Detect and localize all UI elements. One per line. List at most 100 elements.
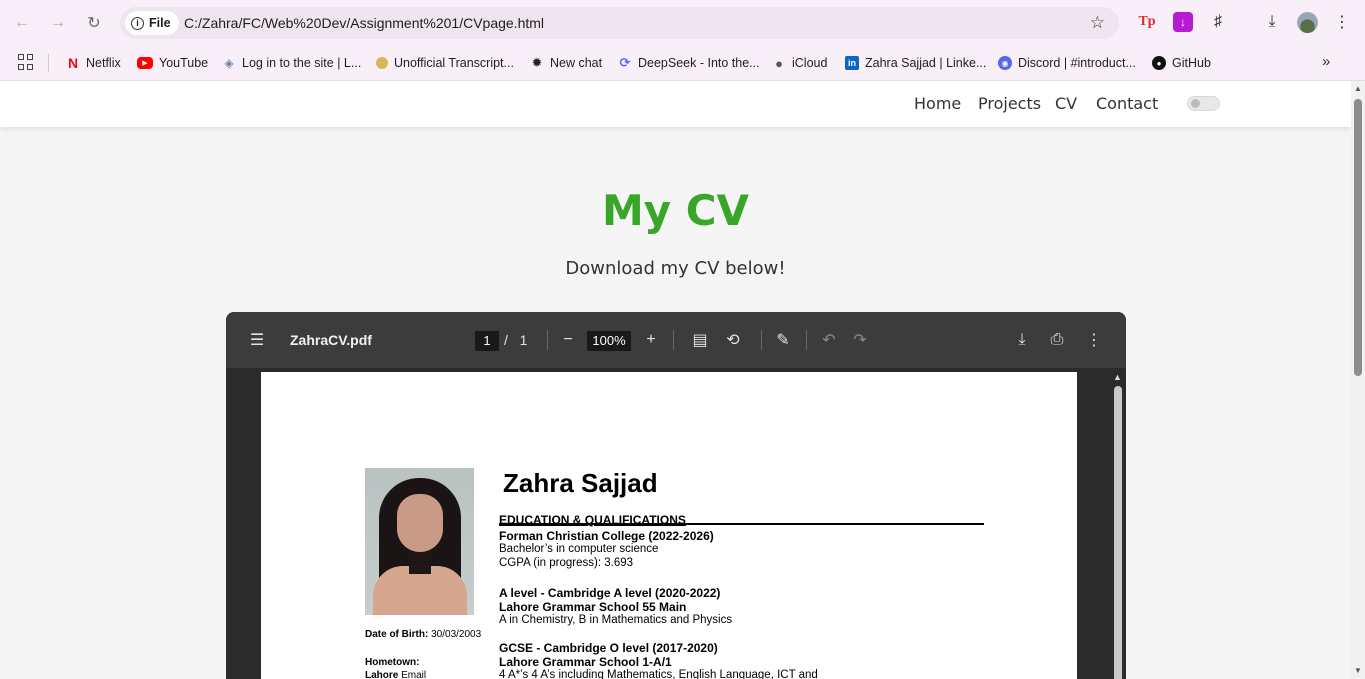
bookmark-star-icon[interactable]: ☆ <box>1090 13 1105 33</box>
youtube-icon: ▶ <box>137 57 153 69</box>
email-label: Email <box>401 670 427 679</box>
bookmark-label: DeepSeek - Into the... <box>638 56 760 70</box>
nav-contact[interactable]: Contact <box>1096 94 1158 113</box>
edu-school: Lahore Grammar School 1-A/1 <box>499 655 672 669</box>
bookmark-transcript[interactable]: Unofficial Transcript... <box>376 53 514 73</box>
scroll-down-arrow-icon[interactable]: ▼ <box>1354 666 1362 675</box>
transcript-icon <box>376 57 388 69</box>
bookmark-label: New chat <box>550 56 603 70</box>
edu-line: 4 A*’s 4 A’s including Mathematics, Engl… <box>499 669 818 679</box>
nav-projects[interactable]: Projects <box>978 94 1041 113</box>
bookmark-label: Log in to the site | L... <box>242 56 362 70</box>
url-text[interactable]: C:/Zahra/FC/Web%20Dev/Assignment%201/CVp… <box>184 15 544 31</box>
bookmark-new-chat[interactable]: ✹ New chat <box>530 53 603 73</box>
zoom-out-icon[interactable]: − <box>557 329 579 351</box>
extensions-puzzle-icon[interactable]: ♯ <box>1208 12 1228 32</box>
edu-title: A level - Cambridge A level (2020-2022) <box>499 586 721 600</box>
site-navbar: Home Projects CV Contact <box>0 81 1351 127</box>
github-icon: ● <box>1152 56 1166 70</box>
hometown: Lahore Email <box>365 670 426 679</box>
dob-value: 30/03/2003 <box>431 629 482 640</box>
page-number-input[interactable]: 1 <box>475 331 499 351</box>
zoom-in-icon[interactable]: + <box>640 329 662 351</box>
redo-icon[interactable]: ↷ <box>849 329 871 351</box>
linkedin-icon: in <box>845 56 859 70</box>
nav-home[interactable]: Home <box>914 94 961 113</box>
toolbar-divider <box>673 330 674 350</box>
edu-line: Bachelor’s in computer science <box>499 543 659 555</box>
bookmark-linkedin[interactable]: in Zahra Sajjad | Linke... <box>845 53 986 73</box>
edu-school: Lahore Grammar School 55 Main <box>499 600 687 614</box>
bookmark-label: Zahra Sajjad | Linke... <box>865 56 987 70</box>
page-subtitle: Download my CV below! <box>565 258 786 279</box>
pdf-toolbar: ☰ ZahraCV.pdf 1 / 1 − 100% + ▤ ⟲ ✎ ↶ ↷ ⤓… <box>226 312 1126 368</box>
page-scrollbar[interactable]: ▲ ▼ <box>1351 81 1365 679</box>
section-rule <box>499 523 984 525</box>
theme-toggle[interactable] <box>1187 96 1220 111</box>
web-page: Home Projects CV Contact My CV Download … <box>0 81 1351 679</box>
toggle-knob <box>1191 99 1200 108</box>
edu-title: GCSE - Cambridge O level (2017-2020) <box>499 641 718 655</box>
bookmark-github[interactable]: ● GitHub <box>1152 53 1211 73</box>
edu-line: CGPA (in progress): 3.693 <box>499 557 634 569</box>
bookmark-label: YouTube <box>159 56 209 70</box>
toolbar-divider <box>806 330 807 350</box>
fit-page-icon[interactable]: ▤ <box>689 329 711 351</box>
edu-title: Forman Christian College (2022-2026) <box>499 529 714 543</box>
bookmarks-divider <box>48 54 49 72</box>
site-info-button[interactable]: i File <box>125 11 179 35</box>
page-scroll-thumb[interactable] <box>1354 99 1362 376</box>
pdf-scrollbar[interactable]: ▲ <box>1112 370 1124 679</box>
profile-avatar[interactable] <box>1297 12 1318 33</box>
dob-label: Date of Birth: <box>365 629 429 640</box>
downloader-extension-icon[interactable]: ↓ <box>1173 12 1193 32</box>
undo-icon[interactable]: ↶ <box>818 329 840 351</box>
bookmark-label: GitHub <box>1172 56 1211 70</box>
rotate-icon[interactable]: ⟲ <box>722 329 744 351</box>
bookmark-icloud[interactable]: ● iCloud <box>772 53 827 73</box>
page-separator: / <box>504 332 508 348</box>
bookmarks-bar: N Netflix ▶ YouTube ◈ Log in to the site… <box>0 45 1365 81</box>
browser-menu-icon[interactable]: ⋮ <box>1334 12 1350 32</box>
bookmark-label: Unofficial Transcript... <box>394 56 514 70</box>
apple-icon: ● <box>775 55 783 71</box>
hamburger-menu-icon[interactable]: ☰ <box>246 329 268 351</box>
chatgpt-icon: ✹ <box>531 55 543 70</box>
more-options-icon[interactable]: ⋮ <box>1083 329 1105 351</box>
back-arrow-icon[interactable]: ← <box>10 11 34 35</box>
reload-icon[interactable]: ↻ <box>82 11 106 35</box>
zoom-level[interactable]: 100% <box>587 331 631 351</box>
bookmark-login[interactable]: ◈ Log in to the site | L... <box>222 53 361 73</box>
toolbar-divider <box>547 330 548 350</box>
address-bar[interactable]: i File C:/Zahra/FC/Web%20Dev/Assignment%… <box>120 7 1119 39</box>
bookmark-label: Netflix <box>86 56 121 70</box>
hometown-value: Lahore <box>365 670 399 679</box>
browser-toolbar: ← → ↻ i File C:/Zahra/FC/Web%20Dev/Assig… <box>0 0 1365 45</box>
pdf-page: Zahra Sajjad EDUCATION & QUALIFICATIONS … <box>261 372 1077 679</box>
discord-icon: ◉ <box>998 56 1012 70</box>
bookmark-discord[interactable]: ◉ Discord | #introduct... <box>998 53 1136 73</box>
annotate-pen-icon[interactable]: ✎ <box>772 329 794 351</box>
more-bookmarks-chevron-icon[interactable]: » <box>1322 53 1330 70</box>
scroll-up-arrow-icon[interactable]: ▲ <box>1113 372 1122 382</box>
forward-arrow-icon[interactable]: → <box>46 11 70 35</box>
bookmark-netflix[interactable]: N Netflix <box>66 53 121 73</box>
profile-photo <box>365 468 474 615</box>
scroll-up-arrow-icon[interactable]: ▲ <box>1354 84 1362 93</box>
deepseek-icon: ⟳ <box>619 55 631 70</box>
bookmark-youtube[interactable]: ▶ YouTube <box>137 53 208 73</box>
pdf-viewer: ☰ ZahraCV.pdf 1 / 1 − 100% + ▤ ⟲ ✎ ↶ ↷ ⤓… <box>226 312 1126 679</box>
print-icon[interactable]: ⎙ <box>1046 329 1068 351</box>
downloads-icon[interactable]: ⤓ <box>1262 12 1282 32</box>
pdf-download-icon[interactable]: ⤓ <box>1011 329 1033 351</box>
tp-extension-icon[interactable]: Tp <box>1137 12 1157 32</box>
netflix-icon: N <box>67 55 79 71</box>
page-title: My CV <box>601 186 750 235</box>
nav-cv[interactable]: CV <box>1055 94 1077 113</box>
pdf-scroll-thumb[interactable] <box>1114 386 1122 679</box>
cv-name: Zahra Sajjad <box>503 468 658 498</box>
bookmark-label: iCloud <box>792 56 828 70</box>
bookmark-deepseek[interactable]: ⟳ DeepSeek - Into the... <box>618 53 760 73</box>
hometown-label: Hometown: <box>365 657 420 668</box>
apps-grid-icon[interactable] <box>18 54 34 70</box>
